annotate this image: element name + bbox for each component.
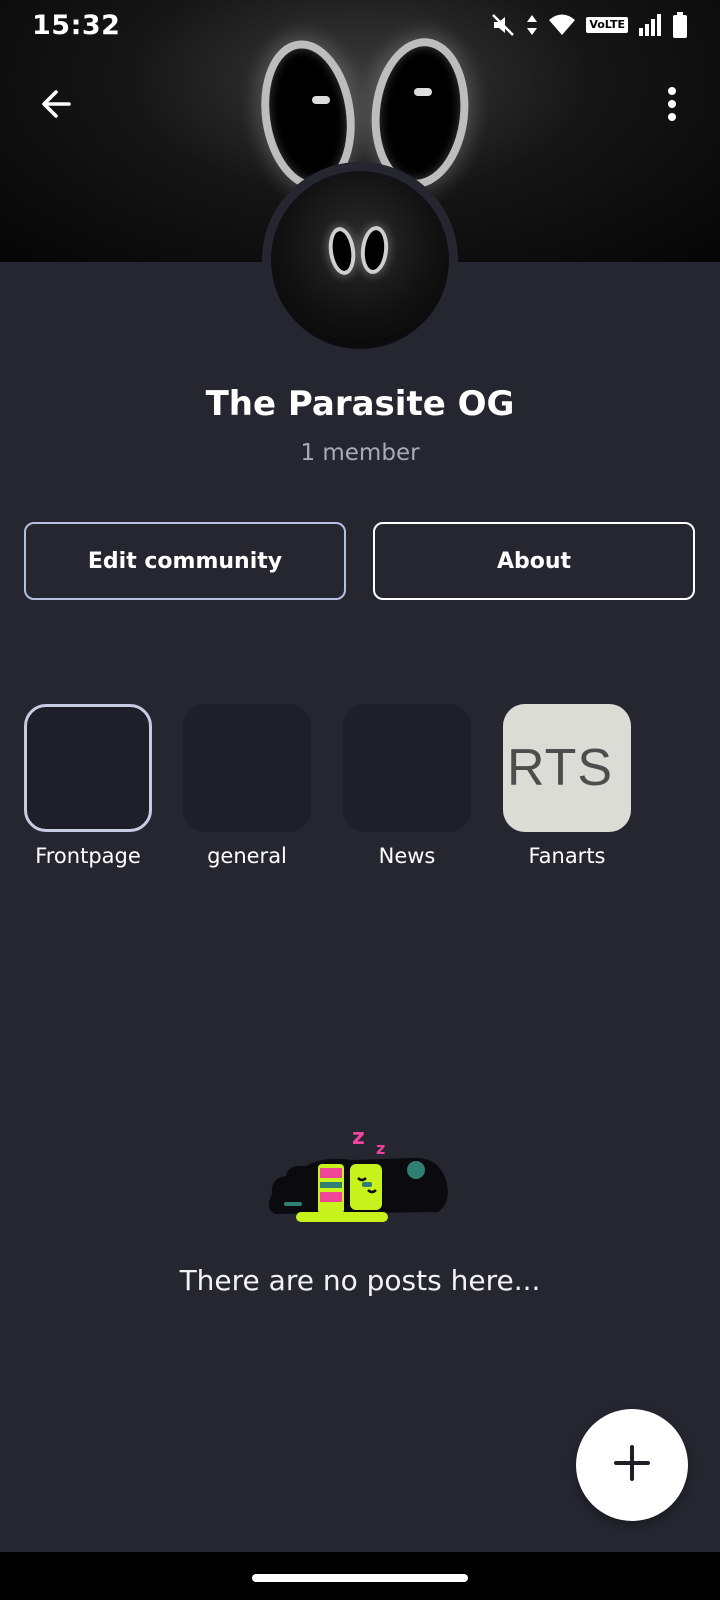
- data-arrows-icon: [526, 12, 538, 38]
- channel-tile: [24, 704, 152, 832]
- back-button[interactable]: [30, 80, 82, 132]
- plus-icon: [612, 1443, 652, 1487]
- status-time: 15:32: [32, 9, 121, 41]
- sleeping-creature-illustration: z z: [262, 1120, 458, 1240]
- home-indicator[interactable]: [252, 1574, 468, 1582]
- channel-tile: [183, 704, 311, 832]
- community-avatar: [262, 162, 458, 358]
- mute-icon: [490, 12, 516, 38]
- channel-label: Fanarts: [528, 844, 606, 868]
- status-bar: 15:32 VoLTE: [0, 0, 720, 50]
- channel-label: general: [207, 844, 287, 868]
- create-post-button[interactable]: [576, 1409, 688, 1521]
- channel-tile: [343, 704, 471, 832]
- channel-label: News: [378, 844, 436, 868]
- svg-text:z: z: [376, 1139, 385, 1158]
- avatar-art-eye: [358, 224, 391, 276]
- about-button[interactable]: About: [373, 522, 695, 600]
- channel-fanarts[interactable]: RTS Fanarts: [502, 704, 632, 868]
- member-count: 1 member: [300, 440, 420, 466]
- svg-text:z: z: [352, 1125, 365, 1150]
- signal-icon: [638, 14, 662, 36]
- banner-art-glint: [312, 96, 330, 104]
- community-name: The Parasite OG: [205, 384, 515, 424]
- empty-state-message: There are no posts here...: [179, 1264, 541, 1297]
- channel-label: Frontpage: [35, 844, 141, 868]
- avatar-art-eye: [325, 225, 359, 277]
- edit-community-button[interactable]: Edit community: [24, 522, 346, 600]
- volte-badge: VoLTE: [586, 17, 628, 33]
- more-options-button[interactable]: [646, 80, 698, 132]
- status-icons: VoLTE: [490, 12, 688, 38]
- more-vertical-icon: [666, 86, 678, 126]
- channel-news[interactable]: News: [342, 704, 472, 868]
- wifi-icon: [548, 13, 576, 37]
- avatar-image: [271, 171, 449, 349]
- channel-frontpage[interactable]: Frontpage: [23, 704, 153, 868]
- channel-general[interactable]: general: [182, 704, 312, 868]
- battery-icon: [672, 12, 688, 38]
- banner-art-glint: [414, 88, 432, 96]
- thumbnail-text: RTS: [507, 739, 614, 797]
- arrow-left-icon: [39, 87, 73, 125]
- channel-thumbnail: RTS: [503, 704, 631, 832]
